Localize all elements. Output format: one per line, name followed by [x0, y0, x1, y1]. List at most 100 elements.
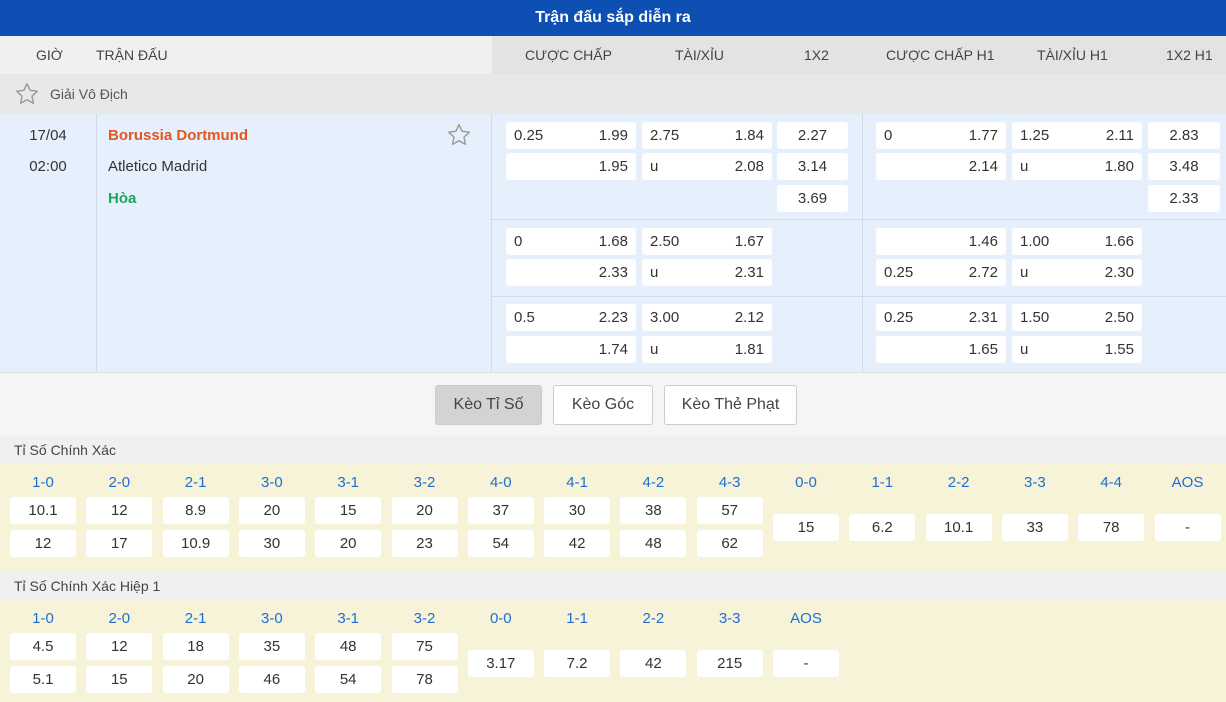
score-odd-away[interactable]: 78: [391, 666, 458, 693]
score-odd-away[interactable]: 48: [620, 530, 687, 557]
over-h1-odd[interactable]: 1.00 1.66: [1012, 228, 1142, 255]
handicap-h1-top-odd[interactable]: 0.25 2.31: [876, 304, 1006, 331]
score-odd-away[interactable]: 54: [315, 666, 382, 693]
handicap-top-odd[interactable]: 0 1.68: [506, 228, 636, 255]
score-odd-home[interactable]: 15: [315, 497, 382, 524]
x12-away-odd[interactable]: 3.14: [777, 153, 848, 180]
score-odd-draw[interactable]: 215: [696, 650, 763, 677]
col-handicap-h1: CƯỢC CHẤP H1: [886, 47, 995, 63]
score-odd-draw[interactable]: 78: [1078, 514, 1145, 541]
under-h1-odd[interactable]: u 2.30: [1012, 259, 1142, 286]
score-odd-home[interactable]: 30: [544, 497, 611, 524]
score-odd-home[interactable]: 75: [391, 633, 458, 660]
divider: [492, 296, 1226, 297]
score-odd-away[interactable]: 62: [696, 530, 763, 557]
score-label: 2-1: [184, 474, 207, 491]
league-name: Giải Vô Địch: [50, 86, 128, 102]
x12-h1-home-odd[interactable]: 2.83: [1148, 122, 1220, 149]
score-odd-home[interactable]: 35: [238, 633, 305, 660]
score-odd-draw[interactable]: 6.2: [849, 514, 916, 541]
score-label: 4-2: [642, 474, 665, 491]
score-odd-away[interactable]: 20: [315, 530, 382, 557]
score-label: 0-0: [795, 474, 817, 491]
tab-cards[interactable]: Kèo Thẻ Phạt: [664, 385, 797, 425]
score-odd-away[interactable]: 5.1: [10, 666, 76, 693]
handicap-top-odd[interactable]: 0.25 1.99: [506, 122, 636, 149]
x12-home-odd[interactable]: 2.27: [777, 122, 848, 149]
league-row: Giải Vô Địch: [0, 74, 1226, 114]
score-odd-home[interactable]: 12: [86, 497, 153, 524]
handicap-h1-bottom-odd[interactable]: 1.65: [876, 336, 1006, 363]
col-match: TRẬN ĐẤU: [96, 47, 168, 63]
handicap-bottom-odd[interactable]: 1.95: [506, 153, 636, 180]
score-odd-home[interactable]: 18: [162, 633, 229, 660]
score-odd-draw[interactable]: 42: [620, 650, 687, 677]
over-odd[interactable]: 2.50 1.67: [642, 228, 772, 255]
score-odd-draw[interactable]: 7.2: [544, 650, 611, 677]
score-odd-draw[interactable]: 33: [1001, 514, 1068, 541]
score-label: 3-2: [413, 474, 436, 491]
score-odd-away[interactable]: 15: [86, 666, 153, 693]
handicap-bottom-odd[interactable]: 2.33: [506, 259, 636, 286]
over-h1-odd[interactable]: 1.50 2.50: [1012, 304, 1142, 331]
score-odd-away[interactable]: 23: [391, 530, 458, 557]
tab-correct-score[interactable]: Kèo Tỉ Số: [435, 385, 542, 425]
match-row[interactable]: 17/04 02:00 Borussia Dortmund Atletico M…: [0, 114, 1226, 372]
score-odd-away[interactable]: 20: [162, 666, 229, 693]
favorite-star-icon[interactable]: [446, 122, 472, 148]
score-odd-home[interactable]: 57: [696, 497, 763, 524]
score-odd-away[interactable]: 17: [86, 530, 153, 557]
x12-h1-draw-odd[interactable]: 2.33: [1148, 185, 1220, 212]
score-label: 4-1: [566, 474, 588, 491]
score-odd-draw[interactable]: 15: [773, 514, 839, 541]
score-odd-home[interactable]: 48: [315, 633, 382, 660]
score-odd-home[interactable]: 4.5: [10, 633, 76, 660]
under-odd[interactable]: u 1.81: [642, 336, 772, 363]
score-odd-home[interactable]: 10.1: [10, 497, 76, 524]
score-label: 4-4: [1100, 474, 1123, 491]
page-title: Trận đấu sắp diễn ra: [0, 0, 1226, 36]
handicap-top-odd[interactable]: 0.5 2.23: [506, 304, 636, 331]
star-outline-icon[interactable]: [14, 81, 40, 107]
handicap-h1-bottom-odd[interactable]: 0.25 2.72: [876, 259, 1006, 286]
over-odd[interactable]: 3.00 2.12: [642, 304, 772, 331]
score-odd-away[interactable]: 42: [544, 530, 611, 557]
under-odd[interactable]: u 2.08: [642, 153, 772, 180]
home-team[interactable]: Borussia Dortmund: [108, 127, 248, 144]
tab-corners[interactable]: Kèo Góc: [553, 385, 653, 425]
score-odd-away[interactable]: 54: [467, 530, 534, 557]
away-team[interactable]: Atletico Madrid: [108, 158, 207, 175]
col-overunder: TÀI/XỈU: [675, 47, 725, 63]
handicap-h1-top-odd[interactable]: 1.46: [876, 228, 1006, 255]
score-label: 3-2: [413, 610, 436, 627]
score-label: 3-3: [1024, 474, 1046, 491]
score-odd-home[interactable]: 37: [467, 497, 534, 524]
handicap-bottom-odd[interactable]: 1.74: [506, 336, 636, 363]
under-h1-odd[interactable]: u 1.80: [1012, 153, 1142, 180]
score-odd-home[interactable]: 20: [391, 497, 458, 524]
score-odd-home[interactable]: 12: [86, 633, 153, 660]
score-odd-draw[interactable]: -: [773, 650, 839, 677]
under-h1-odd[interactable]: u 1.55: [1012, 336, 1142, 363]
match-time: 02:00: [29, 158, 67, 175]
handicap-h1-top-odd[interactable]: 0 1.77: [876, 122, 1006, 149]
score-odd-home[interactable]: 38: [620, 497, 687, 524]
score-odd-home[interactable]: 8.9: [162, 497, 229, 524]
under-odd[interactable]: u 2.31: [642, 259, 772, 286]
x12-h1-away-odd[interactable]: 3.48: [1148, 153, 1220, 180]
score-odd-draw[interactable]: 10.1: [925, 514, 992, 541]
over-odd[interactable]: 2.75 1.84: [642, 122, 772, 149]
x12-draw-odd[interactable]: 3.69: [777, 185, 848, 212]
score-odd-away[interactable]: 30: [238, 530, 305, 557]
score-odd-away[interactable]: 46: [238, 666, 305, 693]
col-1x2-h1: 1X2 H1: [1166, 47, 1213, 63]
score-odd-draw[interactable]: 3.17: [467, 650, 534, 677]
score-label: AOS: [1171, 474, 1204, 491]
over-h1-odd[interactable]: 1.25 2.11: [1012, 122, 1142, 149]
score-odd-draw[interactable]: -: [1154, 514, 1221, 541]
score-label: 4-3: [718, 474, 741, 491]
score-odd-away[interactable]: 10.9: [162, 530, 229, 557]
score-odd-home[interactable]: 20: [238, 497, 305, 524]
handicap-h1-bottom-odd[interactable]: 2.14: [876, 153, 1006, 180]
score-odd-away[interactable]: 12: [10, 530, 76, 557]
